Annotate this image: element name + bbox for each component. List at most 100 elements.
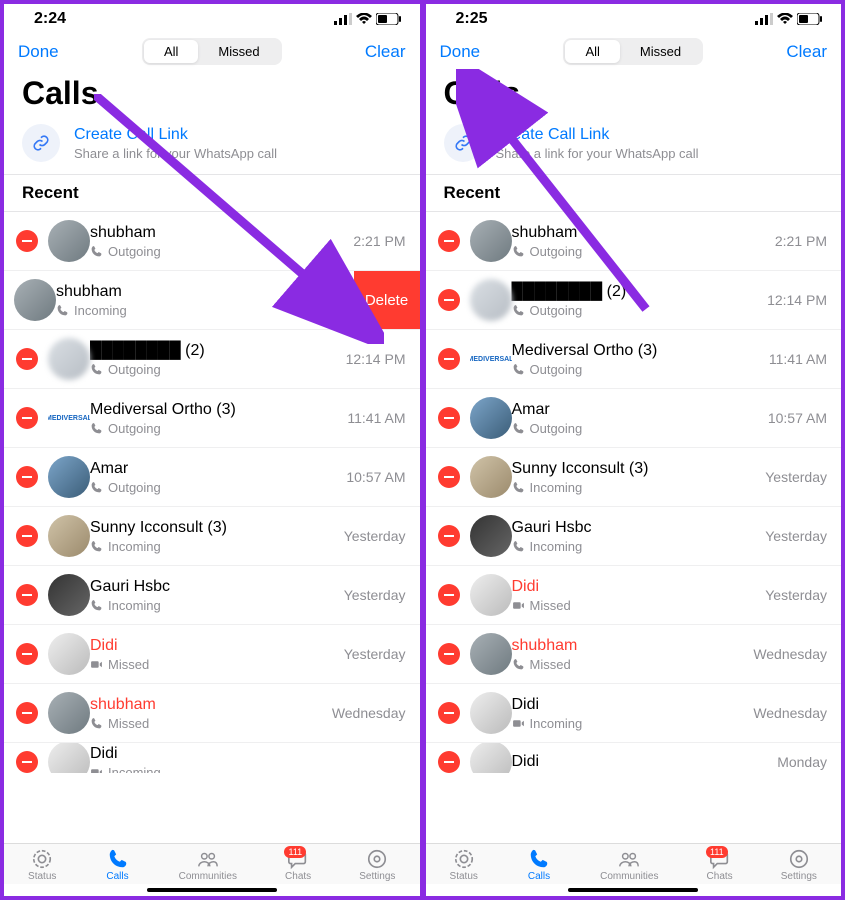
delete-minus-icon[interactable] [16, 348, 38, 370]
avatar [48, 633, 90, 675]
tab-bar: Status Calls Communities 111Chats Settin… [426, 843, 842, 884]
signal-icon [334, 13, 352, 25]
delete-minus-icon[interactable] [438, 702, 460, 724]
battery-icon [376, 13, 402, 25]
call-row[interactable]: Amar Outgoing 10:57 AM [426, 389, 842, 448]
delete-button[interactable]: Delete [354, 271, 420, 329]
call-row[interactable]: Gauri Hsbc Incoming Yesterday [426, 507, 842, 566]
call-list[interactable]: shubham Outgoing 2:21 PM shubham Incomin… [4, 212, 420, 843]
avatar [48, 456, 90, 498]
delete-minus-icon[interactable] [16, 407, 38, 429]
call-row[interactable]: Didi Incoming [4, 743, 420, 773]
clear-button[interactable]: Clear [365, 42, 406, 62]
delete-minus-icon[interactable] [16, 466, 38, 488]
delete-minus-icon[interactable] [438, 230, 460, 252]
right-screenshot: 2:25 Done All Missed Clear Calls Create … [426, 4, 842, 896]
avatar [470, 692, 512, 734]
delete-minus-icon[interactable] [438, 466, 460, 488]
call-time: 11:41 AM [347, 410, 405, 426]
delete-minus-icon[interactable] [16, 643, 38, 665]
delete-minus-icon[interactable] [16, 751, 38, 773]
chats-badge: 111 [706, 846, 728, 858]
call-row[interactable]: Didi Missed Yesterday [426, 566, 842, 625]
call-subline: Missed [90, 716, 332, 731]
tab-chats[interactable]: 111Chats [707, 848, 733, 882]
call-row[interactable]: shubham Incoming 2:20 PM Delete [4, 271, 420, 330]
call-time: Wednesday [753, 646, 827, 662]
delete-minus-icon[interactable] [438, 289, 460, 311]
tab-status[interactable]: Status [450, 848, 478, 882]
call-row[interactable]: MEDIVERSAL Mediversal Ortho (3) Outgoing… [426, 330, 842, 389]
call-type-label: Outgoing [108, 244, 161, 259]
call-time: Monday [777, 754, 827, 770]
call-time: 10:57 AM [768, 410, 827, 426]
call-subline: Outgoing [512, 244, 775, 259]
call-type-label: Incoming [530, 716, 583, 731]
tab-communities[interactable]: Communities [179, 848, 237, 882]
tab-calls[interactable]: Calls [105, 848, 131, 882]
call-row[interactable]: Didi Incoming Wednesday [426, 684, 842, 743]
call-list[interactable]: shubham Outgoing 2:21 PM ████████ (2) Ou… [426, 212, 842, 843]
tab-status[interactable]: Status [28, 848, 56, 882]
delete-minus-icon[interactable] [438, 407, 460, 429]
create-call-link[interactable]: Create Call Link Share a link for your W… [4, 116, 420, 174]
call-row[interactable]: MEDIVERSAL Mediversal Ortho (3) Outgoing… [4, 389, 420, 448]
call-type-label: Incoming [530, 480, 583, 495]
create-call-link[interactable]: Create Call Link Share a link for your W… [426, 116, 842, 174]
avatar [470, 633, 512, 675]
call-subline: Incoming [56, 303, 291, 318]
delete-minus-icon[interactable] [438, 525, 460, 547]
call-name: shubham [56, 283, 122, 300]
call-row[interactable]: Amar Outgoing 10:57 AM [4, 448, 420, 507]
call-row[interactable]: Didi Monday [426, 743, 842, 773]
seg-all[interactable]: All [144, 40, 198, 63]
tab-settings[interactable]: Settings [781, 848, 817, 882]
call-row[interactable]: ████████ (2) Outgoing 12:14 PM [426, 271, 842, 330]
call-name: Sunny Icconsult (3) [90, 519, 227, 536]
delete-minus-icon[interactable] [438, 643, 460, 665]
call-row[interactable]: shubham Outgoing 2:21 PM [426, 212, 842, 271]
seg-missed[interactable]: Missed [620, 40, 701, 63]
delete-minus-icon[interactable] [16, 525, 38, 547]
call-time: Yesterday [344, 528, 406, 544]
call-subline: Outgoing [90, 480, 346, 495]
tab-chats[interactable]: 111Chats [285, 848, 311, 882]
done-button[interactable]: Done [440, 42, 481, 62]
call-time: Wednesday [332, 705, 406, 721]
tab-settings[interactable]: Settings [359, 848, 395, 882]
delete-minus-icon[interactable] [16, 230, 38, 252]
call-time: 12:14 PM [346, 351, 406, 367]
seg-missed[interactable]: Missed [198, 40, 279, 63]
home-indicator[interactable] [147, 888, 277, 892]
done-button[interactable]: Done [18, 42, 59, 62]
call-row[interactable]: Didi Missed Yesterday [4, 625, 420, 684]
filter-segment[interactable]: All Missed [563, 38, 703, 65]
call-row[interactable]: shubham Outgoing 2:21 PM [4, 212, 420, 271]
chats-badge: 111 [284, 846, 306, 858]
home-indicator[interactable] [568, 888, 698, 892]
clear-button[interactable]: Clear [786, 42, 827, 62]
avatar [14, 279, 56, 321]
call-row[interactable]: shubham Missed Wednesday [4, 684, 420, 743]
call-type-label: Missed [108, 657, 149, 672]
status-time: 2:25 [456, 10, 488, 28]
recent-header: Recent [4, 174, 420, 212]
call-name: Gauri Hsbc [512, 519, 592, 536]
call-type-label: Incoming [74, 303, 127, 318]
status-bar: 2:24 [4, 4, 420, 32]
delete-minus-icon[interactable] [438, 751, 460, 773]
delete-minus-icon[interactable] [16, 584, 38, 606]
filter-segment[interactable]: All Missed [142, 38, 282, 65]
call-row[interactable]: Sunny Icconsult (3) Incoming Yesterday [426, 448, 842, 507]
call-subline: Outgoing [90, 362, 346, 377]
call-row[interactable]: Sunny Icconsult (3) Incoming Yesterday [4, 507, 420, 566]
delete-minus-icon[interactable] [16, 702, 38, 724]
tab-communities[interactable]: Communities [600, 848, 658, 882]
call-row[interactable]: shubham Missed Wednesday [426, 625, 842, 684]
delete-minus-icon[interactable] [438, 584, 460, 606]
call-row[interactable]: Gauri Hsbc Incoming Yesterday [4, 566, 420, 625]
call-row[interactable]: ████████ (2) Outgoing 12:14 PM [4, 330, 420, 389]
seg-all[interactable]: All [565, 40, 619, 63]
delete-minus-icon[interactable] [438, 348, 460, 370]
tab-calls[interactable]: Calls [526, 848, 552, 882]
